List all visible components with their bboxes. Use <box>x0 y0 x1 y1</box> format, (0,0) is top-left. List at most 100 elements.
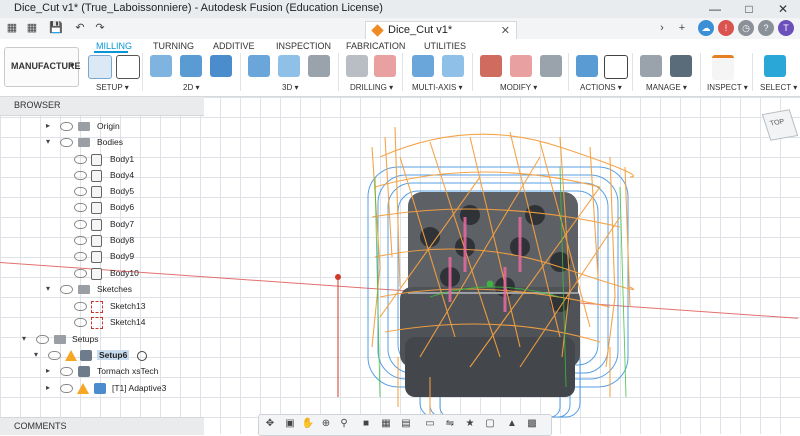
expand-arrow-icon[interactable]: ▸ <box>46 121 50 130</box>
browser-row-body[interactable]: Body8 <box>0 233 204 249</box>
browser-row-operation[interactable]: ▸ [T1] Adaptive3 <box>0 381 204 397</box>
workspace-switcher[interactable]: MANUFACTURE ▾ <box>4 47 81 87</box>
steep-shallow-icon[interactable] <box>308 55 330 77</box>
redo-icon[interactable]: ↷ <box>92 20 108 36</box>
browser-row-setups[interactable]: ▾ Setups <box>0 332 204 348</box>
visibility-eye-icon[interactable] <box>74 236 87 245</box>
visibility-eye-icon[interactable] <box>60 367 73 376</box>
visibility-eye-icon[interactable] <box>74 252 87 261</box>
browser-row-body[interactable]: Body6 <box>0 200 204 216</box>
measure-icon[interactable] <box>712 55 734 80</box>
group-2d[interactable]: 2D ▾ <box>183 83 199 92</box>
look-at-icon[interactable]: ▣ <box>283 417 297 431</box>
help-icon[interactable]: ? <box>758 20 774 36</box>
minimize-button[interactable]: — <box>698 0 732 18</box>
visibility-eye-icon[interactable] <box>48 351 61 360</box>
browser-header[interactable]: BROWSER <box>0 97 204 116</box>
3d-adaptive-icon[interactable] <box>248 55 270 77</box>
2d-adaptive-icon[interactable] <box>150 55 172 77</box>
app-icon[interactable]: ▦ <box>4 20 20 36</box>
display-settings-icon[interactable]: ■ <box>359 417 373 431</box>
browser-row-origin[interactable]: ▸ Origin <box>0 119 204 135</box>
tab-fabrication[interactable]: FABRICATION <box>346 41 405 51</box>
multi-axis-icon[interactable] <box>412 55 434 77</box>
visibility-eye-icon[interactable] <box>60 122 73 131</box>
section-icon[interactable]: ▩ <box>525 417 539 431</box>
browser-row-body[interactable]: Body9 <box>0 249 204 265</box>
collapse-arrow-icon[interactable]: ▾ <box>22 334 26 343</box>
group-drilling[interactable]: DRILLING ▾ <box>350 83 393 92</box>
browser-row-bodies[interactable]: ▾ Bodies <box>0 135 204 151</box>
close-tab-icon[interactable]: ✕ <box>501 24 510 37</box>
browser-row-sketch[interactable]: Sketch13 <box>0 299 204 315</box>
toolpath-display-icon[interactable]: ⇋ <box>443 417 457 431</box>
browser-row-machine[interactable]: ▸ Tormach xsTech <box>0 364 204 380</box>
swarf-icon[interactable] <box>442 55 464 77</box>
collapse-arrow-icon[interactable]: ▾ <box>46 137 50 146</box>
collapse-arrow-icon[interactable]: ▾ <box>46 284 50 293</box>
visibility-eye-icon[interactable] <box>74 155 87 164</box>
activate-radio-icon[interactable] <box>137 351 147 361</box>
select-icon[interactable] <box>764 55 786 77</box>
3d-pocket-icon[interactable] <box>278 55 300 77</box>
expand-arrow-icon[interactable]: ▸ <box>46 383 50 392</box>
visibility-eye-icon[interactable] <box>74 171 87 180</box>
save-icon[interactable]: 💾 <box>48 20 64 36</box>
clock-icon[interactable]: ◷ <box>738 20 754 36</box>
stock-display-icon[interactable]: ▭ <box>423 417 437 431</box>
expand-arrow-icon[interactable]: ▸ <box>46 366 50 375</box>
group-setup[interactable]: SETUP ▾ <box>96 83 129 92</box>
orbit-icon[interactable]: ✥ <box>263 417 277 431</box>
visibility-eye-icon[interactable] <box>74 302 87 311</box>
browser-row-body[interactable]: Body4 <box>0 168 204 184</box>
tab-turning[interactable]: TURNING <box>153 41 194 51</box>
group-inspect[interactable]: INSPECT ▾ <box>707 83 748 92</box>
zoom-window-icon[interactable]: ⚲ <box>337 417 351 431</box>
cut-icon[interactable] <box>480 55 502 77</box>
fixture-display-icon[interactable]: ▢ <box>483 417 497 431</box>
grid-settings-icon[interactable]: ▦ <box>379 417 393 431</box>
visibility-eye-icon[interactable] <box>74 203 87 212</box>
group-multi-axis[interactable]: MULTI-AXIS ▾ <box>412 83 463 92</box>
browser-row-body[interactable]: Body7 <box>0 217 204 233</box>
document-tab[interactable]: Dice_Cut v1* ✕ <box>365 21 517 40</box>
setup-sheet-icon[interactable] <box>116 55 140 79</box>
browser-row-setup[interactable]: ▾ Setup6 <box>0 348 204 364</box>
tab-milling[interactable]: MILLING <box>96 41 132 51</box>
delete-icon[interactable] <box>510 55 532 77</box>
tool-library-icon[interactable] <box>640 55 662 77</box>
zoom-icon[interactable]: ⊕ <box>319 417 333 431</box>
undo-icon[interactable]: ↶ <box>72 20 88 36</box>
group-select[interactable]: SELECT ▾ <box>760 83 797 92</box>
chevron-right-icon[interactable]: › <box>654 20 670 36</box>
visibility-eye-icon[interactable] <box>74 269 87 278</box>
viewports-icon[interactable]: ▤ <box>399 417 413 431</box>
browser-row-sketch[interactable]: Sketch14 <box>0 315 204 331</box>
visibility-eye-icon[interactable] <box>36 335 49 344</box>
tab-inspection[interactable]: INSPECTION <box>276 41 331 51</box>
close-button[interactable]: ✕ <box>766 0 800 18</box>
group-manage[interactable]: MANAGE ▾ <box>646 83 687 92</box>
maximize-button[interactable]: □ <box>732 0 766 18</box>
simulate-icon[interactable] <box>576 55 598 77</box>
face-icon[interactable] <box>210 55 232 77</box>
group-actions[interactable]: ACTIONS ▾ <box>580 83 622 92</box>
drill-icon[interactable] <box>346 55 368 77</box>
plus-icon[interactable]: + <box>674 20 690 36</box>
browser-row-sketches[interactable]: ▾ Sketches <box>0 282 204 298</box>
visibility-eye-icon[interactable] <box>60 384 73 393</box>
grid-icon[interactable]: ▦ <box>24 20 40 36</box>
post-process-icon[interactable] <box>604 55 628 79</box>
machine-display-icon[interactable]: ▲ <box>505 417 519 431</box>
tab-utilities[interactable]: UTILITIES <box>424 41 466 51</box>
tool-display-icon[interactable]: ★ <box>463 417 477 431</box>
pan-icon[interactable]: ✋ <box>301 417 315 431</box>
browser-row-body[interactable]: Body1 <box>0 152 204 168</box>
group-modify[interactable]: MODIFY ▾ <box>500 83 537 92</box>
browser-row-body[interactable]: Body10 <box>0 266 204 282</box>
collapse-arrow-icon[interactable]: ▾ <box>34 350 38 359</box>
edit-icon[interactable] <box>540 55 562 77</box>
visibility-eye-icon[interactable] <box>74 318 87 327</box>
cloud-icon[interactable]: ☁ <box>698 20 714 36</box>
visibility-eye-icon[interactable] <box>74 187 87 196</box>
